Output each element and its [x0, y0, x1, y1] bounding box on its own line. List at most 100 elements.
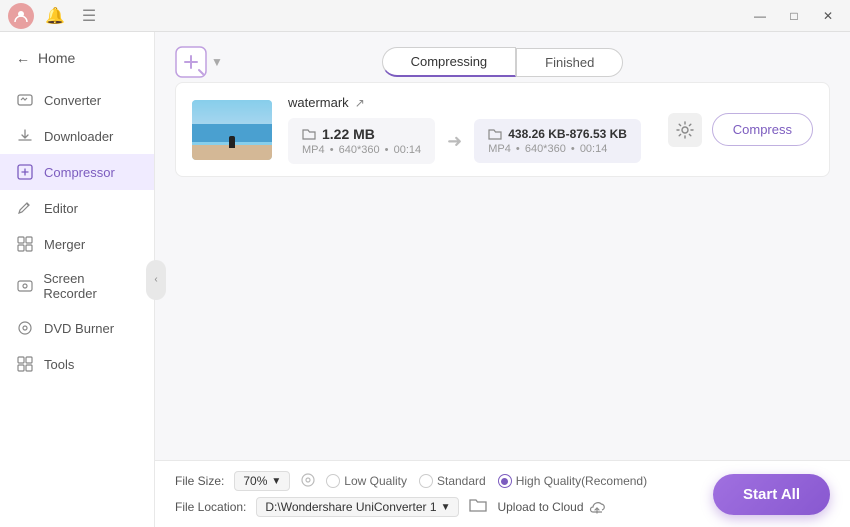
upload-cloud-label: Upload to Cloud — [497, 500, 583, 514]
sidebar-item-dvd-burner[interactable]: DVD Burner — [0, 310, 154, 346]
dvd-burner-icon — [16, 319, 34, 337]
downloader-icon — [16, 127, 34, 145]
compress-row: 1.22 MB MP4 • 640*360 • 00:14 ➜ — [288, 118, 652, 164]
sidebar-item-tools[interactable]: Tools — [0, 346, 154, 382]
upload-cloud-button[interactable]: Upload to Cloud — [497, 500, 605, 514]
sidebar-item-compressor[interactable]: Compressor — [0, 154, 154, 190]
editor-label: Editor — [44, 201, 78, 216]
tools-label: Tools — [44, 357, 74, 372]
quality-icon — [300, 472, 316, 491]
original-meta: MP4 • 640*360 • 00:14 — [302, 144, 421, 156]
quality-standard-label: Standard — [437, 474, 486, 488]
quality-high[interactable]: High Quality(Recomend) — [498, 474, 647, 488]
sidebar-item-downloader[interactable]: Downloader — [0, 118, 154, 154]
quality-low-label: Low Quality — [344, 474, 407, 488]
file-size-label: File Size: — [175, 474, 224, 488]
file-thumbnail — [192, 100, 272, 160]
compressed-duration: 00:14 — [580, 143, 608, 155]
file-size-value: 70% — [243, 474, 267, 488]
original-size-value: 1.22 MB — [302, 126, 421, 142]
merger-label: Merger — [44, 237, 85, 252]
cloud-upload-icon — [588, 500, 606, 514]
menu-icon[interactable]: ☰ — [76, 3, 102, 29]
compressed-format: MP4 — [488, 143, 511, 155]
dropdown-chevron-icon: ▼ — [271, 476, 281, 487]
quality-standard[interactable]: Standard — [419, 474, 486, 488]
tools-icon — [16, 355, 34, 373]
title-bar-icons: 🔔 ☰ — [8, 3, 102, 29]
file-size-row: File Size: 70% ▼ — [175, 471, 647, 491]
file-settings-button[interactable] — [668, 113, 702, 147]
tab-finished[interactable]: Finished — [516, 48, 623, 77]
file-name-row: watermark ↗ — [288, 95, 652, 110]
close-button[interactable]: ✕ — [814, 6, 842, 26]
compressed-resolution: 640*360 — [525, 143, 566, 155]
app-container: ← Home Converter Downloader — [0, 32, 850, 527]
notification-icon[interactable]: 🔔 — [42, 3, 68, 29]
converter-label: Converter — [44, 93, 101, 108]
file-location-path: D:\Wondershare UniConverter 1 — [265, 500, 436, 514]
folder-output-icon — [488, 127, 502, 141]
sidebar-home[interactable]: ← Home — [0, 42, 154, 74]
folder-icon — [302, 127, 316, 141]
home-label: Home — [38, 50, 75, 66]
dropdown-arrow-icon[interactable]: ▼ — [211, 55, 223, 69]
back-arrow-icon: ← — [16, 50, 30, 66]
sidebar-collapse-button[interactable]: ‹ — [146, 260, 166, 300]
original-duration: 00:14 — [394, 144, 422, 156]
bottom-bar: File Size: 70% ▼ — [155, 460, 850, 527]
sidebar-item-converter[interactable]: Converter — [0, 82, 154, 118]
dvd-burner-label: DVD Burner — [44, 321, 114, 336]
settings-icon — [676, 121, 694, 139]
compressor-label: Compressor — [44, 165, 115, 180]
original-size-box: 1.22 MB MP4 • 640*360 • 00:14 — [288, 118, 435, 164]
location-dropdown-icon: ▼ — [441, 502, 451, 513]
file-location-label: File Location: — [175, 500, 246, 514]
folder-browse-icon — [469, 497, 487, 513]
screen-recorder-label: Screen Recorder — [43, 271, 138, 301]
compressor-icon — [16, 163, 34, 181]
maximize-button[interactable]: □ — [780, 6, 808, 26]
file-list: watermark ↗ 1.22 MB — [155, 82, 850, 271]
minimize-button[interactable]: — — [746, 6, 774, 26]
compressed-meta: MP4 • 640*360 • 00:14 — [488, 143, 627, 155]
screen-recorder-icon — [16, 277, 33, 295]
file-info: watermark ↗ 1.22 MB — [288, 95, 652, 164]
sidebar: ← Home Converter Downloader — [0, 32, 155, 527]
converter-icon — [16, 91, 34, 109]
compress-button[interactable]: Compress — [712, 113, 813, 146]
merger-icon — [16, 235, 34, 253]
file-name-text: watermark — [288, 95, 349, 110]
original-resolution: 640*360 — [339, 144, 380, 156]
original-format: MP4 — [302, 144, 325, 156]
tab-compressing[interactable]: Compressing — [382, 47, 517, 77]
file-size-select[interactable]: 70% ▼ — [234, 471, 290, 491]
editor-icon — [16, 199, 34, 217]
external-link-icon[interactable]: ↗ — [355, 96, 365, 110]
compressed-size-value: 438.26 KB-876.53 KB — [488, 127, 627, 141]
quality-radio-group: Low Quality Standard High Quality(Recome… — [326, 474, 647, 488]
browse-folder-button[interactable] — [469, 497, 487, 517]
sidebar-item-editor[interactable]: Editor — [0, 190, 154, 226]
tabs: Compressing Finished — [382, 47, 624, 77]
quality-low-radio[interactable] — [326, 474, 340, 488]
bottom-left: File Size: 70% ▼ — [175, 471, 647, 517]
compressed-size-box: 438.26 KB-876.53 KB MP4 • 640*360 • 00:1… — [474, 119, 641, 163]
file-actions: Compress — [668, 113, 813, 147]
add-file-button[interactable] — [175, 46, 207, 78]
user-avatar-icon[interactable] — [8, 3, 34, 29]
quality-high-radio[interactable] — [498, 474, 512, 488]
main-content: ▼ Compressing Finished — [155, 32, 850, 527]
file-card: watermark ↗ 1.22 MB — [175, 82, 830, 177]
downloader-label: Downloader — [44, 129, 113, 144]
quality-standard-radio[interactable] — [419, 474, 433, 488]
compress-arrow-icon: ➜ — [447, 131, 462, 152]
file-location-row: File Location: D:\Wondershare UniConvert… — [175, 497, 647, 517]
quality-high-label: High Quality(Recomend) — [516, 474, 647, 488]
quality-low[interactable]: Low Quality — [326, 474, 407, 488]
sidebar-item-merger[interactable]: Merger — [0, 226, 154, 262]
sidebar-item-screen-recorder[interactable]: Screen Recorder — [0, 262, 154, 310]
title-bar: 🔔 ☰ — □ ✕ — [0, 0, 850, 32]
start-all-button[interactable]: Start All — [713, 474, 830, 515]
file-location-select[interactable]: D:\Wondershare UniConverter 1 ▼ — [256, 497, 459, 517]
